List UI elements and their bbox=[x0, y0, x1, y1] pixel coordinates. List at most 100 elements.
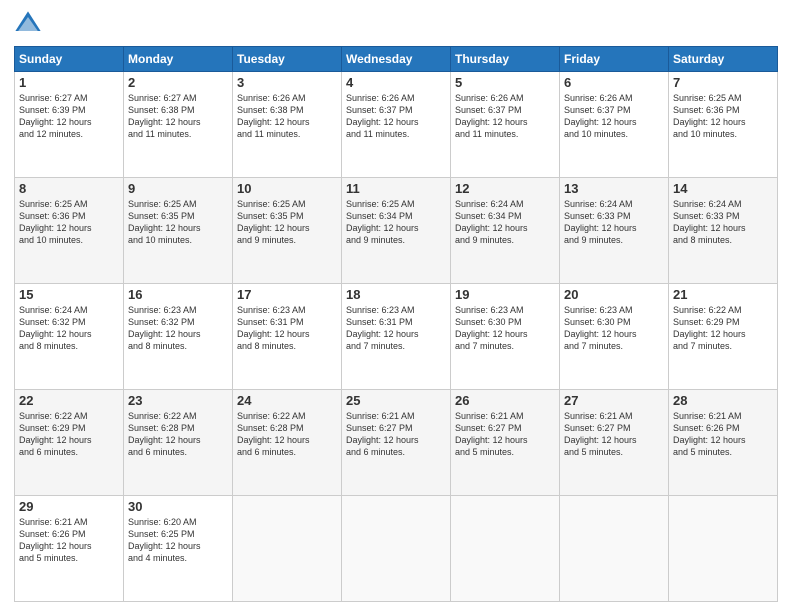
day-number: 26 bbox=[455, 393, 555, 408]
day-info: Sunrise: 6:22 AMSunset: 6:28 PMDaylight:… bbox=[237, 410, 337, 459]
day-number: 25 bbox=[346, 393, 446, 408]
calendar-cell: 30 Sunrise: 6:20 AMSunset: 6:25 PMDaylig… bbox=[124, 496, 233, 602]
calendar-cell: 9 Sunrise: 6:25 AMSunset: 6:35 PMDayligh… bbox=[124, 178, 233, 284]
day-number: 9 bbox=[128, 181, 228, 196]
logo-icon bbox=[14, 10, 42, 38]
day-info: Sunrise: 6:22 AMSunset: 6:29 PMDaylight:… bbox=[673, 304, 773, 353]
day-header-wednesday: Wednesday bbox=[342, 47, 451, 72]
calendar-cell: 6 Sunrise: 6:26 AMSunset: 6:37 PMDayligh… bbox=[560, 72, 669, 178]
day-header-sunday: Sunday bbox=[15, 47, 124, 72]
day-info: Sunrise: 6:27 AMSunset: 6:38 PMDaylight:… bbox=[128, 92, 228, 141]
calendar-cell: 17 Sunrise: 6:23 AMSunset: 6:31 PMDaylig… bbox=[233, 284, 342, 390]
day-number: 10 bbox=[237, 181, 337, 196]
calendar-cell bbox=[233, 496, 342, 602]
day-info: Sunrise: 6:26 AMSunset: 6:37 PMDaylight:… bbox=[346, 92, 446, 141]
day-header-thursday: Thursday bbox=[451, 47, 560, 72]
calendar-cell: 3 Sunrise: 6:26 AMSunset: 6:38 PMDayligh… bbox=[233, 72, 342, 178]
day-info: Sunrise: 6:24 AMSunset: 6:33 PMDaylight:… bbox=[673, 198, 773, 247]
day-number: 19 bbox=[455, 287, 555, 302]
day-number: 21 bbox=[673, 287, 773, 302]
calendar-cell: 8 Sunrise: 6:25 AMSunset: 6:36 PMDayligh… bbox=[15, 178, 124, 284]
day-info: Sunrise: 6:25 AMSunset: 6:36 PMDaylight:… bbox=[673, 92, 773, 141]
header bbox=[14, 10, 778, 38]
day-info: Sunrise: 6:21 AMSunset: 6:26 PMDaylight:… bbox=[19, 516, 119, 565]
day-header-friday: Friday bbox=[560, 47, 669, 72]
calendar-cell: 20 Sunrise: 6:23 AMSunset: 6:30 PMDaylig… bbox=[560, 284, 669, 390]
calendar-cell: 15 Sunrise: 6:24 AMSunset: 6:32 PMDaylig… bbox=[15, 284, 124, 390]
day-info: Sunrise: 6:23 AMSunset: 6:32 PMDaylight:… bbox=[128, 304, 228, 353]
day-number: 5 bbox=[455, 75, 555, 90]
calendar-cell bbox=[560, 496, 669, 602]
day-info: Sunrise: 6:25 AMSunset: 6:35 PMDaylight:… bbox=[237, 198, 337, 247]
calendar-cell: 23 Sunrise: 6:22 AMSunset: 6:28 PMDaylig… bbox=[124, 390, 233, 496]
logo bbox=[14, 10, 46, 38]
day-header-monday: Monday bbox=[124, 47, 233, 72]
calendar-cell: 29 Sunrise: 6:21 AMSunset: 6:26 PMDaylig… bbox=[15, 496, 124, 602]
day-number: 12 bbox=[455, 181, 555, 196]
day-number: 28 bbox=[673, 393, 773, 408]
calendar-cell: 18 Sunrise: 6:23 AMSunset: 6:31 PMDaylig… bbox=[342, 284, 451, 390]
calendar-cell: 7 Sunrise: 6:25 AMSunset: 6:36 PMDayligh… bbox=[669, 72, 778, 178]
day-number: 14 bbox=[673, 181, 773, 196]
page: SundayMondayTuesdayWednesdayThursdayFrid… bbox=[0, 0, 792, 612]
calendar-cell: 19 Sunrise: 6:23 AMSunset: 6:30 PMDaylig… bbox=[451, 284, 560, 390]
day-info: Sunrise: 6:22 AMSunset: 6:28 PMDaylight:… bbox=[128, 410, 228, 459]
day-number: 27 bbox=[564, 393, 664, 408]
day-number: 18 bbox=[346, 287, 446, 302]
day-number: 7 bbox=[673, 75, 773, 90]
day-info: Sunrise: 6:26 AMSunset: 6:37 PMDaylight:… bbox=[455, 92, 555, 141]
day-number: 17 bbox=[237, 287, 337, 302]
calendar-cell bbox=[669, 496, 778, 602]
day-number: 15 bbox=[19, 287, 119, 302]
calendar-cell: 12 Sunrise: 6:24 AMSunset: 6:34 PMDaylig… bbox=[451, 178, 560, 284]
day-info: Sunrise: 6:23 AMSunset: 6:31 PMDaylight:… bbox=[346, 304, 446, 353]
calendar-cell: 24 Sunrise: 6:22 AMSunset: 6:28 PMDaylig… bbox=[233, 390, 342, 496]
calendar-cell: 27 Sunrise: 6:21 AMSunset: 6:27 PMDaylig… bbox=[560, 390, 669, 496]
day-number: 23 bbox=[128, 393, 228, 408]
day-info: Sunrise: 6:20 AMSunset: 6:25 PMDaylight:… bbox=[128, 516, 228, 565]
day-number: 6 bbox=[564, 75, 664, 90]
day-number: 11 bbox=[346, 181, 446, 196]
calendar-cell: 13 Sunrise: 6:24 AMSunset: 6:33 PMDaylig… bbox=[560, 178, 669, 284]
day-header-tuesday: Tuesday bbox=[233, 47, 342, 72]
calendar-cell: 14 Sunrise: 6:24 AMSunset: 6:33 PMDaylig… bbox=[669, 178, 778, 284]
day-info: Sunrise: 6:23 AMSunset: 6:31 PMDaylight:… bbox=[237, 304, 337, 353]
day-info: Sunrise: 6:23 AMSunset: 6:30 PMDaylight:… bbox=[564, 304, 664, 353]
day-info: Sunrise: 6:21 AMSunset: 6:27 PMDaylight:… bbox=[346, 410, 446, 459]
day-info: Sunrise: 6:26 AMSunset: 6:37 PMDaylight:… bbox=[564, 92, 664, 141]
day-info: Sunrise: 6:27 AMSunset: 6:39 PMDaylight:… bbox=[19, 92, 119, 141]
day-number: 20 bbox=[564, 287, 664, 302]
calendar-cell: 22 Sunrise: 6:22 AMSunset: 6:29 PMDaylig… bbox=[15, 390, 124, 496]
day-header-saturday: Saturday bbox=[669, 47, 778, 72]
calendar-cell: 16 Sunrise: 6:23 AMSunset: 6:32 PMDaylig… bbox=[124, 284, 233, 390]
calendar-cell: 2 Sunrise: 6:27 AMSunset: 6:38 PMDayligh… bbox=[124, 72, 233, 178]
calendar-cell: 5 Sunrise: 6:26 AMSunset: 6:37 PMDayligh… bbox=[451, 72, 560, 178]
day-info: Sunrise: 6:25 AMSunset: 6:36 PMDaylight:… bbox=[19, 198, 119, 247]
day-number: 3 bbox=[237, 75, 337, 90]
day-number: 30 bbox=[128, 499, 228, 514]
calendar-table: SundayMondayTuesdayWednesdayThursdayFrid… bbox=[14, 46, 778, 602]
day-number: 8 bbox=[19, 181, 119, 196]
day-info: Sunrise: 6:23 AMSunset: 6:30 PMDaylight:… bbox=[455, 304, 555, 353]
calendar-cell: 10 Sunrise: 6:25 AMSunset: 6:35 PMDaylig… bbox=[233, 178, 342, 284]
day-info: Sunrise: 6:26 AMSunset: 6:38 PMDaylight:… bbox=[237, 92, 337, 141]
calendar-cell: 26 Sunrise: 6:21 AMSunset: 6:27 PMDaylig… bbox=[451, 390, 560, 496]
day-info: Sunrise: 6:24 AMSunset: 6:34 PMDaylight:… bbox=[455, 198, 555, 247]
day-info: Sunrise: 6:24 AMSunset: 6:33 PMDaylight:… bbox=[564, 198, 664, 247]
day-info: Sunrise: 6:21 AMSunset: 6:26 PMDaylight:… bbox=[673, 410, 773, 459]
calendar-cell: 11 Sunrise: 6:25 AMSunset: 6:34 PMDaylig… bbox=[342, 178, 451, 284]
calendar-cell: 25 Sunrise: 6:21 AMSunset: 6:27 PMDaylig… bbox=[342, 390, 451, 496]
calendar-cell: 1 Sunrise: 6:27 AMSunset: 6:39 PMDayligh… bbox=[15, 72, 124, 178]
day-number: 4 bbox=[346, 75, 446, 90]
calendar-cell: 28 Sunrise: 6:21 AMSunset: 6:26 PMDaylig… bbox=[669, 390, 778, 496]
day-number: 24 bbox=[237, 393, 337, 408]
day-number: 16 bbox=[128, 287, 228, 302]
calendar-cell: 21 Sunrise: 6:22 AMSunset: 6:29 PMDaylig… bbox=[669, 284, 778, 390]
day-number: 1 bbox=[19, 75, 119, 90]
calendar-cell bbox=[342, 496, 451, 602]
day-number: 13 bbox=[564, 181, 664, 196]
day-info: Sunrise: 6:24 AMSunset: 6:32 PMDaylight:… bbox=[19, 304, 119, 353]
day-info: Sunrise: 6:22 AMSunset: 6:29 PMDaylight:… bbox=[19, 410, 119, 459]
day-number: 22 bbox=[19, 393, 119, 408]
day-number: 2 bbox=[128, 75, 228, 90]
